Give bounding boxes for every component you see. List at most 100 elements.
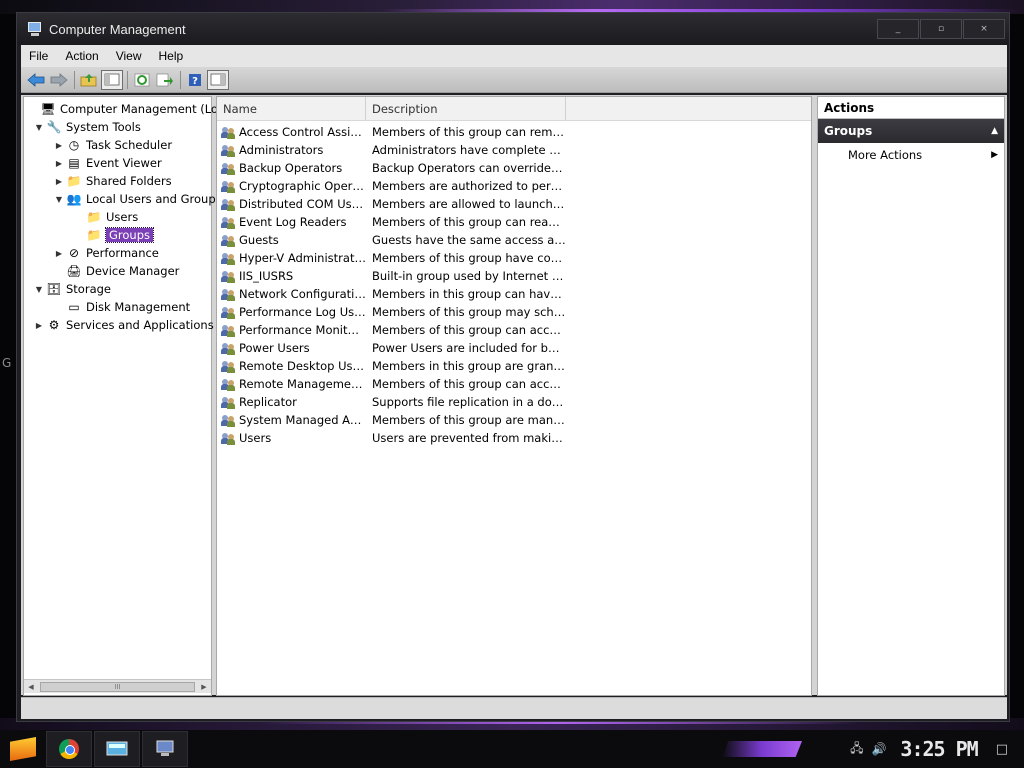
help-icon[interactable]: ? <box>184 70 206 90</box>
group-row[interactable]: Access Control Assistan... Members of thi… <box>217 123 811 141</box>
tree-item-users[interactable]: 📁 Users <box>74 208 139 226</box>
group-icon <box>221 378 236 391</box>
tree-horizontal-scrollbar[interactable]: ◀ III ▶ <box>24 679 211 693</box>
menu-action[interactable]: Action <box>63 48 100 64</box>
tree-item-label: Users <box>106 210 139 224</box>
menu-bar: File Action View Help <box>21 45 1007 67</box>
group-icon <box>221 288 236 301</box>
group-row[interactable]: Distributed COM Users Members are allowed… <box>217 195 811 213</box>
forward-icon[interactable] <box>48 70 70 90</box>
expand-right-icon[interactable]: ▶ <box>54 159 64 168</box>
list-header: Name Description <box>217 97 811 121</box>
expand-down-icon[interactable]: ▼ <box>54 195 64 204</box>
tree-item-performance[interactable]: ▶ ⊘ Performance <box>54 244 159 262</box>
group-row[interactable]: Remote Desktop Users Members in this grou… <box>217 357 811 375</box>
toolbar-separator <box>74 70 75 89</box>
more-actions-item[interactable]: More Actions ▶ <box>818 143 1004 167</box>
show-hide-console-tree-icon[interactable] <box>101 69 123 90</box>
group-row[interactable]: IIS_IUSRS Built-in group used by Internet… <box>217 267 811 285</box>
group-row[interactable]: Backup Operators Backup Operators can ove… <box>217 159 811 177</box>
expand-down-icon[interactable]: ▼ <box>34 285 44 294</box>
refresh-icon[interactable] <box>131 70 153 90</box>
scroll-left-icon[interactable]: ◀ <box>24 681 38 693</box>
group-description: Members of this group are managed ... <box>372 413 566 427</box>
group-row[interactable]: Users Users are prevented from making ac.… <box>217 429 811 447</box>
scroll-thumb[interactable]: III <box>40 681 195 692</box>
tree-item-groups[interactable]: 📁 Groups <box>74 226 155 244</box>
expand-down-icon[interactable]: ▼ <box>34 123 44 132</box>
notification-icon[interactable]: □ <box>996 742 1008 757</box>
close-button[interactable]: × <box>963 19 1005 39</box>
group-row[interactable]: Performance Log Users Members of this gro… <box>217 303 811 321</box>
up-folder-icon[interactable] <box>78 70 100 90</box>
group-description: Users are prevented from making ac... <box>372 431 566 445</box>
expand-right-icon[interactable]: ▶ <box>54 177 64 186</box>
title-bar[interactable]: Computer Management _ ▫ × <box>17 13 1009 45</box>
group-name: Network Configuration ... <box>239 287 366 301</box>
tree-item-system-tools[interactable]: ▼ 🔧 System Tools <box>34 118 141 136</box>
actions-section-groups[interactable]: Groups ▲ <box>818 119 1004 143</box>
scroll-right-icon[interactable]: ▶ <box>197 681 211 693</box>
clock[interactable]: 3:25 PM <box>900 737 978 761</box>
performance-icon: ⊘ <box>68 246 80 260</box>
main-content: 🖥 Computer Management (Local) ▼ 🔧 System Too… <box>21 95 1007 696</box>
collapse-up-icon[interactable]: ▲ <box>991 126 998 136</box>
network-tray-icon[interactable]: 🖧 <box>850 739 863 760</box>
group-icon <box>221 126 236 139</box>
group-row[interactable]: Remote Management U... Members of this gr… <box>217 375 811 393</box>
tree-item-local-users-and-groups[interactable]: ▼ 👥 Local Users and Groups <box>54 190 222 208</box>
group-name: Backup Operators <box>239 161 343 175</box>
group-name-cell: Replicator <box>217 395 366 409</box>
group-name: Distributed COM Users <box>239 197 366 211</box>
show-hide-action-pane-icon[interactable] <box>207 69 229 90</box>
actions-title: Actions <box>818 97 1004 119</box>
column-header-name[interactable]: Name <box>217 97 366 120</box>
disk-icon: ▭ <box>68 300 80 314</box>
export-list-icon[interactable] <box>154 70 176 90</box>
maximize-button[interactable]: ▫ <box>920 19 962 39</box>
group-name-cell: Backup Operators <box>217 161 366 175</box>
group-row[interactable]: Power Users Power Users are included for … <box>217 339 811 357</box>
column-header-description[interactable]: Description <box>366 97 566 120</box>
group-description: Supports file replication in a domain <box>372 395 566 409</box>
tree-item-computer-management-local[interactable]: 🖥 Computer Management (Local) <box>28 100 239 118</box>
group-row[interactable]: Event Log Readers Members of this group c… <box>217 213 811 231</box>
group-row[interactable]: Hyper-V Administrators Members of this gr… <box>217 249 811 267</box>
tree-item-services-and-applications[interactable]: ▶ ⚙ Services and Applications <box>34 316 214 334</box>
tree-item-device-manager[interactable]: 🖨 Device Manager <box>54 262 179 280</box>
group-row[interactable]: Guests Guests have the same access as me.… <box>217 231 811 249</box>
taskbar-computer-management[interactable] <box>94 731 140 767</box>
menu-file[interactable]: File <box>27 48 50 64</box>
storage-icon: 🗄 <box>46 282 62 296</box>
group-name-cell: Cryptographic Operators <box>217 179 366 193</box>
expand-right-icon[interactable]: ▶ <box>34 321 44 330</box>
start-button[interactable] <box>0 731 46 767</box>
tree-item-disk-management[interactable]: ▭ Disk Management <box>54 298 190 316</box>
group-row[interactable]: Administrators Administrators have comple… <box>217 141 811 159</box>
menu-help[interactable]: Help <box>157 48 186 64</box>
tree-item-shared-folders[interactable]: ▶ 📁 Shared Folders <box>54 172 172 190</box>
group-icon <box>221 234 236 247</box>
volume-tray-icon[interactable]: 🔊 <box>871 742 886 756</box>
menu-view[interactable]: View <box>114 48 144 64</box>
expand-right-icon[interactable]: ▶ <box>54 249 64 258</box>
group-row[interactable]: System Managed Accou... Members of this g… <box>217 411 811 429</box>
expand-right-icon[interactable]: ▶ <box>54 141 64 150</box>
group-row[interactable]: Network Configuration ... Members in this… <box>217 285 811 303</box>
taskbar-chrome[interactable] <box>46 731 92 767</box>
group-name-cell: Network Configuration ... <box>217 287 366 301</box>
tree-item-task-scheduler[interactable]: ▶ ◷ Task Scheduler <box>54 136 172 154</box>
group-name: System Managed Accou... <box>239 413 366 427</box>
group-row[interactable]: Replicator Supports file replication in a… <box>217 393 811 411</box>
group-row[interactable]: Cryptographic Operators Members are autho… <box>217 177 811 195</box>
group-name: Remote Management U... <box>239 377 366 391</box>
tree-item-event-viewer[interactable]: ▶ ▤ Event Viewer <box>54 154 162 172</box>
start-orb-icon <box>10 737 36 761</box>
minimize-button[interactable]: _ <box>877 19 919 39</box>
group-row[interactable]: Performance Monitor Us... Members of this… <box>217 321 811 339</box>
group-name-cell: IIS_IUSRS <box>217 269 366 283</box>
tree-item-storage[interactable]: ▼ 🗄 Storage <box>34 280 111 298</box>
back-icon[interactable] <box>25 70 47 90</box>
system-tray: 🖧 🔊 3:25 PM □ <box>722 737 1024 761</box>
taskbar-network[interactable] <box>142 731 188 767</box>
